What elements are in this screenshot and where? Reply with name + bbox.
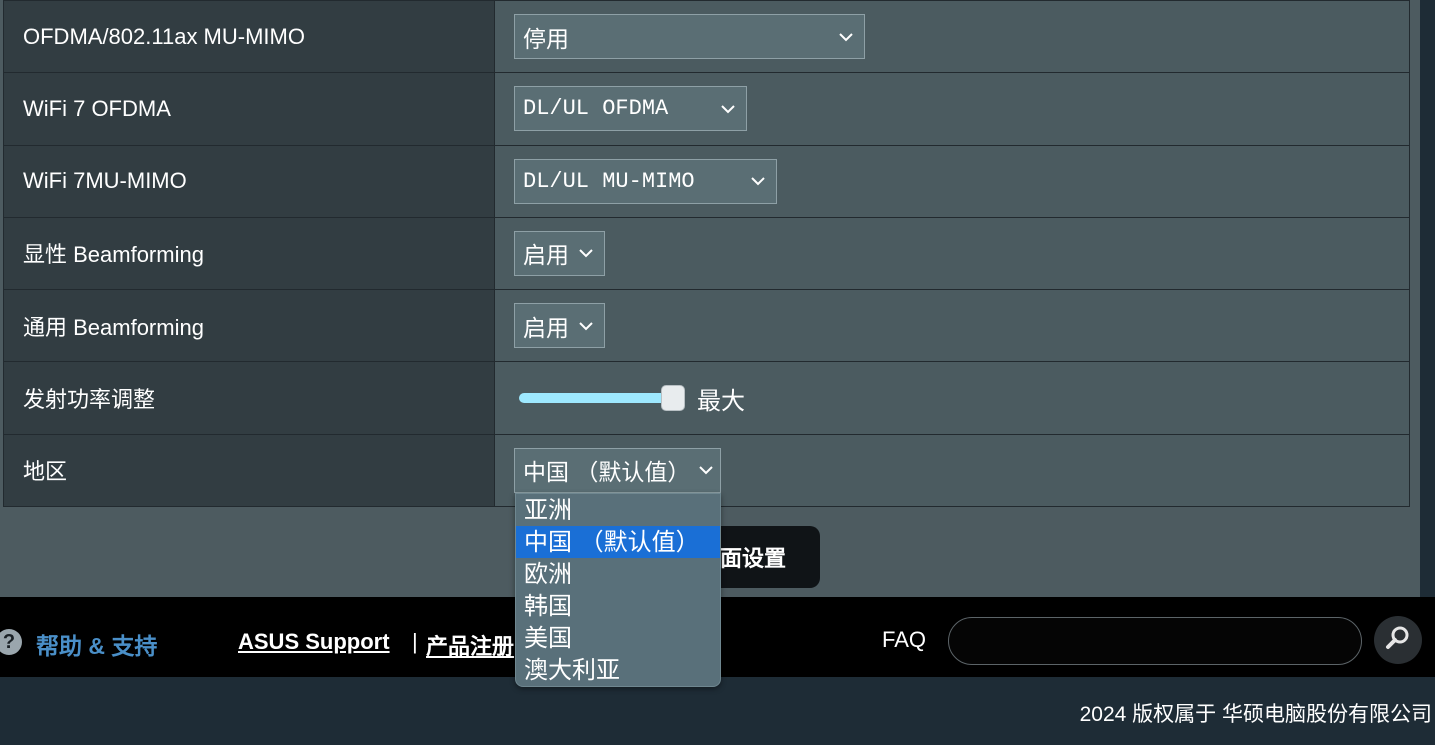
chevron-down-icon: [576, 316, 596, 336]
region-option[interactable]: 欧洲: [516, 558, 720, 590]
search-icon: [1383, 623, 1413, 658]
faq-search-input[interactable]: [948, 617, 1362, 665]
setting-label: WiFi 7MU-MIMO: [3, 144, 495, 218]
setting-row-tx-power: 发射功率调整 最大: [3, 361, 1410, 435]
select-value: DL/UL OFDMA: [523, 96, 669, 122]
chevron-down-icon: [576, 243, 596, 263]
explicit-beamforming-select[interactable]: 启用: [514, 230, 605, 276]
chevron-down-icon: [748, 171, 768, 191]
select-value: 中国 （默认值）: [523, 459, 691, 486]
setting-label: 显性 Beamforming: [3, 216, 495, 291]
setting-row-explicit-beamforming: 显性 Beamforming 启用: [3, 216, 1410, 291]
ofdma-mu-mimo-select[interactable]: 停用: [514, 14, 865, 60]
settings-table: OFDMA/802.11ax MU-MIMO 停用 WiFi 7 OFDMA D…: [3, 0, 1410, 508]
setting-row-wifi7-mu-mimo: WiFi 7MU-MIMO DL/UL MU-MIMO: [3, 144, 1410, 218]
select-value: 启用: [523, 314, 569, 341]
region-option-selected[interactable]: 中国 （默认值）: [516, 526, 720, 558]
tx-power-value: 最大: [697, 387, 745, 415]
wifi7-mu-mimo-select[interactable]: DL/UL MU-MIMO: [514, 158, 777, 204]
search-button[interactable]: [1374, 616, 1422, 664]
chevron-down-icon: [696, 460, 716, 480]
copyright-text: 2024 版权属于 华硕电脑股份有限公司: [1079, 703, 1432, 726]
product-register-link[interactable]: 产品注册: [426, 629, 514, 661]
setting-row-universal-beamforming: 通用 Beamforming 启用: [3, 289, 1410, 363]
setting-label: 通用 Beamforming: [3, 289, 495, 363]
link-separator: |: [412, 629, 418, 654]
region-option[interactable]: 澳大利亚: [516, 654, 720, 686]
setting-row-mu-mimo: OFDMA/802.11ax MU-MIMO 停用: [3, 0, 1410, 74]
setting-label: 地区: [3, 433, 495, 508]
setting-row-wifi7-ofdma: WiFi 7 OFDMA DL/UL OFDMA: [3, 72, 1410, 146]
setting-label: 发射功率调整: [3, 361, 495, 435]
region-dropdown-list: 亚洲 中国 （默认值） 欧洲 韩国 美国 澳大利亚: [515, 493, 721, 687]
select-value: DL/UL MU-MIMO: [523, 168, 695, 194]
wifi7-ofdma-select[interactable]: DL/UL OFDMA: [514, 86, 747, 132]
faq-label: FAQ: [882, 627, 927, 652]
region-select[interactable]: 中国 （默认值）: [514, 447, 721, 493]
region-option[interactable]: 美国: [516, 622, 720, 654]
tx-power-control: 最大: [514, 381, 745, 416]
tx-power-slider[interactable]: [519, 385, 685, 412]
chevron-down-icon: [718, 99, 738, 119]
select-value: 停用: [523, 25, 569, 52]
apply-button-label: 面设置: [719, 546, 786, 571]
region-option[interactable]: 韩国: [516, 590, 720, 622]
help-support-label: 帮助 & 支持: [36, 633, 158, 659]
setting-label: OFDMA/802.11ax MU-MIMO: [3, 0, 495, 74]
universal-beamforming-select[interactable]: 启用: [514, 303, 605, 349]
region-option[interactable]: 亚洲: [516, 494, 720, 526]
asus-support-link[interactable]: ASUS Support: [238, 629, 390, 655]
select-value: 启用: [523, 242, 569, 269]
setting-label: WiFi 7 OFDMA: [3, 72, 495, 146]
slider-handle[interactable]: [661, 385, 685, 412]
chevron-down-icon: [836, 27, 856, 47]
